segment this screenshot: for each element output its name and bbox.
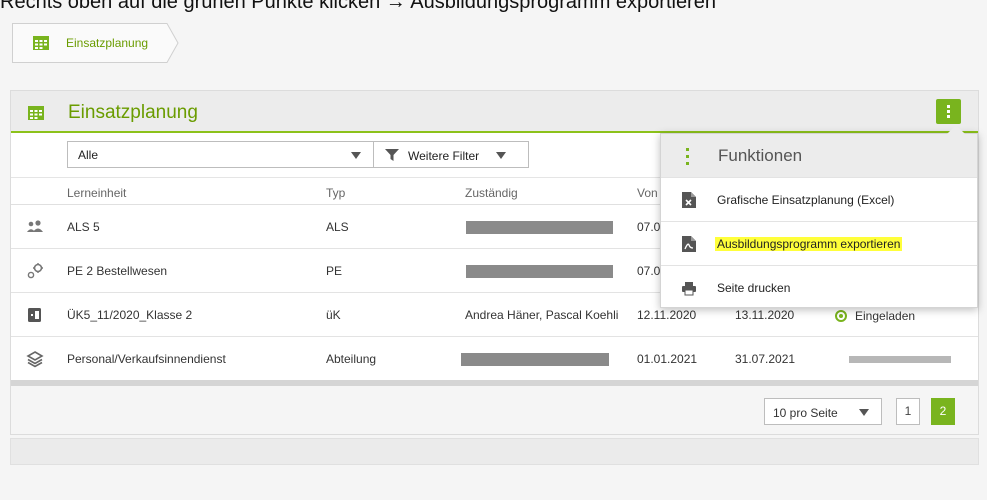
menu-item-grafische-einsatzplanung[interactable]: Grafische Einsatzplanung (Excel) [661, 177, 977, 221]
pagination: 10 pro Seite 1 2 [11, 386, 978, 434]
chevron-down-icon [351, 152, 361, 159]
footer-bar [10, 438, 979, 465]
calendar-icon [33, 36, 49, 50]
table-row[interactable]: Personal/Verkaufsinnendienst Abteilung 0… [11, 337, 978, 381]
page-button-1[interactable]: 1 [896, 398, 920, 425]
scope-select[interactable]: Alle [67, 141, 374, 168]
row-to: 31.07.2021 [735, 352, 796, 366]
more-filter-button[interactable]: Weitere Filter [373, 141, 529, 168]
row-type: ALS [326, 220, 349, 234]
row-name: ALS 5 [67, 220, 100, 234]
menu-item-ausbildungsprogramm-exportieren[interactable]: Ausbildungsprogramm exportieren [661, 221, 977, 265]
calendar-icon [28, 106, 44, 120]
row-from: 07.0 [637, 220, 661, 234]
menu-item-label: Grafische Einsatzplanung (Excel) [717, 193, 895, 207]
row-from: 12.11.2020 [637, 308, 697, 322]
redacted-block [466, 221, 613, 234]
row-type: üK [326, 308, 341, 322]
scope-select-value: Alle [78, 148, 99, 162]
layers-icon [26, 351, 44, 368]
pdf-file-icon [682, 236, 696, 252]
chevron-down-icon [496, 152, 506, 159]
kebab-menu-icon-dot [947, 110, 950, 113]
row-name: ÜK5_11/2020_Klasse 2 [67, 308, 193, 322]
kebab-menu-icon [686, 148, 689, 165]
chevron-down-icon [859, 409, 869, 416]
functions-dropdown: Funktionen Grafische Einsatzplanung (Exc… [660, 125, 978, 309]
column-header-von[interactable]: Von [637, 186, 658, 200]
redacted-block [466, 265, 613, 278]
menu-item-seite-drucken[interactable]: Seite drucken [661, 265, 977, 309]
row-type: PE [326, 264, 343, 278]
row-to: 13.11.2020 [735, 308, 795, 322]
card-title: Einsatzplanung [68, 102, 198, 123]
printer-icon [682, 282, 696, 296]
door-icon [28, 308, 41, 322]
more-filter-label: Weitere Filter [408, 149, 480, 163]
row-from: 01.01.2021 [637, 352, 698, 366]
radio-checked-icon [835, 310, 847, 322]
column-header-lerneinheit[interactable]: Lerneinheit [67, 186, 126, 200]
row-name: Personal/Verkaufsinnendienst [67, 352, 226, 366]
menu-item-label: Seite drucken [717, 281, 791, 295]
funnel-icon [385, 149, 399, 161]
kebab-menu-icon-dot [947, 115, 950, 118]
dropdown-title: Funktionen [718, 146, 803, 165]
redacted-block [461, 353, 609, 366]
column-header-zustaendig[interactable]: Zuständig [465, 186, 518, 200]
functions-menu-button[interactable] [936, 99, 961, 124]
breadcrumb-label: Einsatzplanung [66, 36, 149, 50]
status-label: Eingeladen [855, 309, 916, 323]
breadcrumb[interactable]: Einsatzplanung [12, 23, 179, 63]
row-responsible: Andrea Häner, Pascal Koehli [465, 308, 619, 322]
excel-file-icon [682, 192, 696, 208]
row-type: Abteilung [326, 352, 377, 366]
kebab-menu-icon [947, 105, 950, 108]
card-header: Einsatzplanung [11, 91, 978, 133]
per-page-value: 10 pro Seite [773, 406, 838, 420]
gears-icon [27, 263, 43, 279]
group-icon [27, 220, 43, 232]
highlighted-text: Ausbildungsprogramm exportieren [715, 237, 903, 251]
row-status: Eingeladen [835, 308, 915, 323]
redacted-block [849, 356, 951, 363]
instruction-text: Rechts oben auf die grünen Punkte klicke… [0, 0, 716, 13]
page: Rechts oben auf die grünen Punkte klicke… [0, 0, 987, 500]
row-from: 07.0 [637, 264, 661, 278]
menu-item-label: Ausbildungsprogramm exportieren [715, 237, 903, 251]
per-page-select[interactable]: 10 pro Seite [764, 398, 882, 425]
page-button-2[interactable]: 2 [931, 398, 955, 425]
dropdown-header: Funktionen [661, 134, 977, 177]
row-name: PE 2 Bestellwesen [67, 264, 168, 278]
column-header-typ[interactable]: Typ [326, 186, 345, 200]
